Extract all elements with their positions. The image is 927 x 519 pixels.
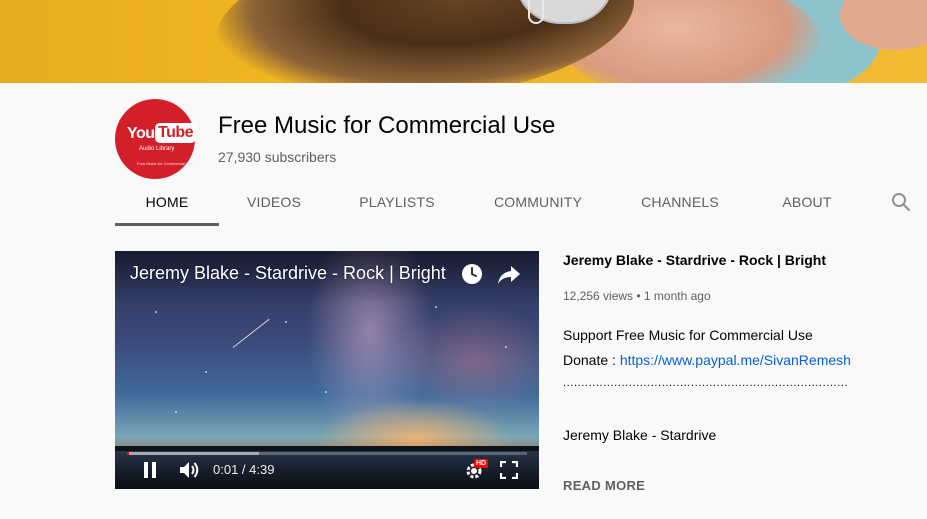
avatar-sub-text: Audio Library <box>139 146 175 152</box>
watch-later-clock-icon[interactable] <box>461 263 483 285</box>
channel-name: Free Music for Commercial Use <box>218 112 556 139</box>
tab-about[interactable]: ABOUT <box>767 180 847 226</box>
star <box>285 321 287 323</box>
video-player[interactable]: Jeremy Blake - Stardrive - Rock | Bright… <box>115 251 539 489</box>
star <box>325 391 327 393</box>
hd-badge: HD <box>474 459 489 468</box>
avatar-you-text: You <box>127 125 155 142</box>
banner-headphone-cord <box>528 0 544 24</box>
search-icon[interactable] <box>889 190 913 214</box>
channel-banner <box>0 0 927 83</box>
fullscreen-icon[interactable] <box>499 460 519 480</box>
description-line: Support Free Music for Commercial Use <box>563 327 813 343</box>
star <box>205 371 207 373</box>
pause-icon[interactable] <box>141 461 159 479</box>
video-meta: 12,256 views • 1 month ago <box>563 289 711 303</box>
video-title-link[interactable]: Jeremy Blake - Stardrive - Rock | Bright <box>563 252 826 268</box>
star <box>175 411 177 413</box>
paypal-link[interactable]: https://www.paypal.me/SivanRemesh <box>620 352 851 368</box>
star <box>435 306 437 308</box>
tab-channels[interactable]: CHANNELS <box>628 180 732 226</box>
donate-line: Donate : https://www.paypal.me/SivanReme… <box>563 352 851 368</box>
progress-played <box>127 452 129 455</box>
avatar-tiny-text: Free Music for Commercial Use <box>137 161 194 166</box>
tab-videos[interactable]: VIDEOS <box>233 180 315 226</box>
star <box>155 311 157 313</box>
meteor-streak <box>232 318 270 348</box>
description-artist-line: Jeremy Blake - Stardrive <box>563 427 717 443</box>
tab-home[interactable]: HOME <box>115 180 219 226</box>
donate-label: Donate : <box>563 352 620 368</box>
share-icon[interactable] <box>497 264 521 286</box>
read-more-button[interactable]: READ MORE <box>563 478 645 493</box>
volume-icon[interactable] <box>179 461 201 479</box>
time-display: 0:01 / 4:39 <box>213 462 275 477</box>
player-title[interactable]: Jeremy Blake - Stardrive - Rock | Bright <box>130 263 446 284</box>
description-separator: ........................................… <box>563 377 849 389</box>
star <box>505 346 507 348</box>
tab-community[interactable]: COMMUNITY <box>481 180 595 226</box>
progress-bar[interactable] <box>127 452 527 455</box>
progress-buffered <box>127 452 259 455</box>
channel-avatar[interactable]: You Tube Audio Library Free Music for Co… <box>115 99 197 179</box>
avatar-tube-text: Tube <box>155 123 197 143</box>
tab-playlists[interactable]: PLAYLISTS <box>349 180 445 226</box>
subscriber-count: 27,930 subscribers <box>218 149 337 165</box>
